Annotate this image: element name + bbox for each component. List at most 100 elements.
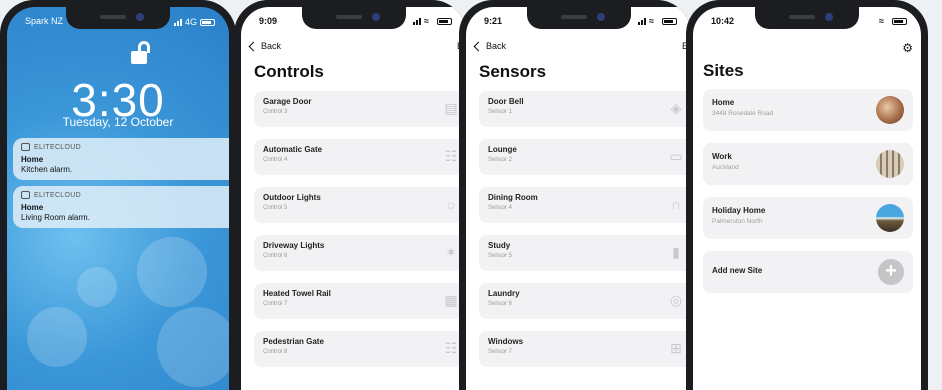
books-icon: ▮ xyxy=(672,244,680,260)
wifi-icon: ≈ xyxy=(649,16,654,26)
page-title: Sites xyxy=(703,61,744,80)
phone-lock-screen: Spark NZ 4G 3:30 Tuesday, 12 October ELI… xyxy=(0,0,236,390)
controls-list: Garage Door Control 3 ▤ Automatic Gate Cont… xyxy=(254,91,466,379)
bokeh-circle xyxy=(77,267,117,307)
back-button[interactable]: Back xyxy=(473,41,507,51)
phone-controls-screen: 9:09 ≈ Back Ed Controls Garage Door Contr… xyxy=(234,0,466,390)
site-item[interactable]: Work Auckland xyxy=(703,143,913,185)
washer-icon: ◎ xyxy=(669,292,683,308)
network-label: 4G xyxy=(184,17,197,27)
notification-card[interactable]: ELITECLOUD Home Living Room alarm. xyxy=(13,186,229,228)
notification-body: Living Room alarm. xyxy=(21,213,90,222)
bokeh-circle xyxy=(27,307,87,367)
item-sub: Sensor 5 xyxy=(488,253,513,259)
status-time: 9:09 xyxy=(259,16,278,26)
nav-bar: Back Ed xyxy=(466,41,691,57)
dining-icon: ∩ xyxy=(670,196,682,212)
list-item[interactable]: Driveway Lights Control 6 ✶ xyxy=(254,235,466,271)
app-icon xyxy=(21,143,30,151)
back-label: Back xyxy=(486,41,507,51)
page-title: Sensors xyxy=(479,62,547,81)
back-button[interactable]: Back xyxy=(248,41,281,51)
light-icon: ☼ xyxy=(444,196,458,212)
notch xyxy=(301,7,406,29)
list-item[interactable]: Dining Room Sensor 4 ∩ xyxy=(479,187,691,223)
window-icon: ⊞ xyxy=(670,340,682,356)
notification-title: Home xyxy=(21,155,44,164)
unlocked-padlock-icon xyxy=(131,41,153,65)
gear-icon[interactable]: ⚙ xyxy=(902,41,913,55)
item-name: Driveway Lights xyxy=(263,241,325,250)
item-name: Garage Door xyxy=(263,97,312,106)
list-item[interactable]: Laundry Sensor 6 ◎ xyxy=(479,283,691,319)
item-sub: Control 6 xyxy=(263,253,288,259)
battery-icon xyxy=(437,17,452,25)
item-name: Windows xyxy=(488,337,524,346)
list-item[interactable]: Study Sensor 5 ▮ xyxy=(479,235,691,271)
item-name: Study xyxy=(488,241,511,250)
item-sub: Sensor 6 xyxy=(488,301,513,307)
status-time: 9:21 xyxy=(484,16,503,26)
notification-app: ELITECLOUD xyxy=(21,143,221,151)
list-item[interactable]: Garage Door Control 3 ▤ xyxy=(254,91,466,127)
list-item[interactable]: Door Bell Sensor 1 ◈ xyxy=(479,91,691,127)
battery-icon xyxy=(892,17,907,25)
list-item[interactable]: Automatic Gate Control 4 ☷ xyxy=(254,139,466,175)
site-item[interactable]: Home 3448 Rosedale Road xyxy=(703,89,913,131)
list-item[interactable]: Outdoor Lights Control 5 ☼ xyxy=(254,187,466,223)
site-photo xyxy=(876,96,904,124)
page-title: Controls xyxy=(254,62,324,81)
add-site-button[interactable]: Add new Site + xyxy=(703,251,913,293)
controls-screen: 9:09 ≈ Back Ed Controls Garage Door Contr… xyxy=(241,7,466,390)
bokeh-circle xyxy=(157,307,229,387)
notification-card[interactable]: ELITECLOUD Home Kitchen alarm. xyxy=(13,138,229,180)
item-sub: Control 3 xyxy=(263,109,288,115)
item-sub: Sensor 7 xyxy=(488,349,513,355)
notch xyxy=(755,7,859,29)
nav-bar: Back Ed xyxy=(241,41,466,57)
sites-screen: 10:42 ≈ ⚙ Sites Home 3448 Rosedale Road … xyxy=(693,7,921,390)
item-name: Heated Towel Rail xyxy=(263,289,331,298)
bokeh-circle xyxy=(137,237,207,307)
item-sub: Control 7 xyxy=(263,301,288,307)
signal-icon xyxy=(413,17,421,25)
item-sub: Control 8 xyxy=(263,349,288,355)
sites-list: Home 3448 Rosedale Road Work Auckland Ho… xyxy=(703,89,913,305)
wifi-icon: ≈ xyxy=(879,16,884,26)
item-sub: Control 4 xyxy=(263,157,288,163)
site-name: Holiday Home xyxy=(712,206,766,215)
lock-screen: Spark NZ 4G 3:30 Tuesday, 12 October ELI… xyxy=(7,7,229,390)
item-name: Laundry xyxy=(488,289,520,298)
battery-icon xyxy=(200,18,215,26)
item-sub: Control 5 xyxy=(263,205,288,211)
site-item[interactable]: Holiday Home Palmerston North xyxy=(703,197,913,239)
signal-icon xyxy=(173,18,182,26)
item-name: Door Bell xyxy=(488,97,524,106)
signal-icon xyxy=(638,17,646,25)
carrier-label: Spark NZ xyxy=(25,16,64,26)
notification-title: Home xyxy=(21,203,44,212)
list-item[interactable]: Pedestrian Gate Control 8 ☷ xyxy=(254,331,466,367)
item-name: Dining Room xyxy=(488,193,538,202)
item-name: Lounge xyxy=(488,145,517,154)
list-item[interactable]: Windows Sensor 7 ⊞ xyxy=(479,331,691,367)
list-item[interactable]: Heated Towel Rail Control 7 ▦ xyxy=(254,283,466,319)
site-photo xyxy=(876,204,904,232)
towel-rail-icon: ▦ xyxy=(444,292,458,308)
notification-body: Kitchen alarm. xyxy=(21,165,73,174)
add-site-label: Add new Site xyxy=(712,266,763,275)
chevron-left-icon xyxy=(248,41,259,51)
chevron-left-icon xyxy=(473,41,484,51)
gate-icon: ☷ xyxy=(444,148,458,164)
notification-app-name: ELITECLOUD xyxy=(34,191,81,199)
lock-date: Tuesday, 12 October xyxy=(62,115,174,129)
notification-app: ELITECLOUD xyxy=(21,191,221,199)
site-name: Work xyxy=(712,152,732,161)
item-sub: Sensor 2 xyxy=(488,157,513,163)
sensors-screen: 9:21 ≈ Back Ed Sensors Door Bell Sensor 1… xyxy=(466,7,691,390)
notch xyxy=(526,7,631,29)
phone-sensors-screen: 9:21 ≈ Back Ed Sensors Door Bell Sensor 1… xyxy=(459,0,691,390)
sofa-icon: ▭ xyxy=(669,148,683,164)
item-sub: Sensor 1 xyxy=(488,109,513,115)
list-item[interactable]: Lounge Sensor 2 ▭ xyxy=(479,139,691,175)
